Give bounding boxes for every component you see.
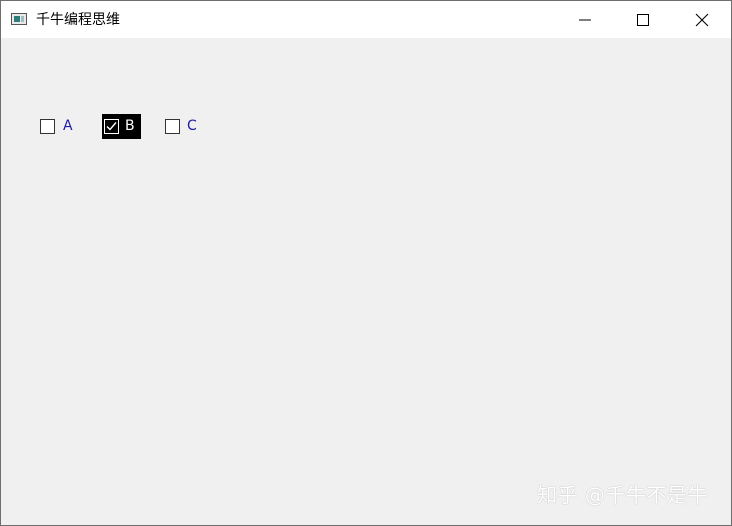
main-window: 千牛编程思维 A B C 知乎 @千牛不是牛	[0, 0, 732, 526]
checkbox-c[interactable]: C	[165, 114, 205, 139]
close-icon	[695, 13, 709, 27]
checkbox-c-box[interactable]	[165, 119, 180, 134]
title-bar[interactable]: 千牛编程思维	[1, 1, 731, 38]
checkmark-icon	[106, 122, 117, 131]
window-app-icon	[11, 13, 27, 25]
close-button[interactable]	[673, 1, 731, 38]
checkbox-b-label: B	[125, 118, 135, 134]
minimize-button[interactable]	[556, 1, 614, 38]
minimize-icon	[579, 19, 591, 21]
maximize-button[interactable]	[614, 1, 672, 38]
maximize-icon	[637, 14, 649, 26]
checkbox-b-box[interactable]	[104, 119, 119, 134]
checkbox-a-label: A	[63, 118, 73, 134]
checkbox-c-label: C	[187, 118, 197, 134]
window-title: 千牛编程思维	[36, 12, 120, 28]
checkbox-a[interactable]: A	[40, 114, 80, 139]
checkbox-b[interactable]: B	[102, 114, 141, 139]
watermark-text: 知乎 @千牛不是牛	[537, 483, 708, 507]
checkbox-a-box[interactable]	[40, 119, 55, 134]
